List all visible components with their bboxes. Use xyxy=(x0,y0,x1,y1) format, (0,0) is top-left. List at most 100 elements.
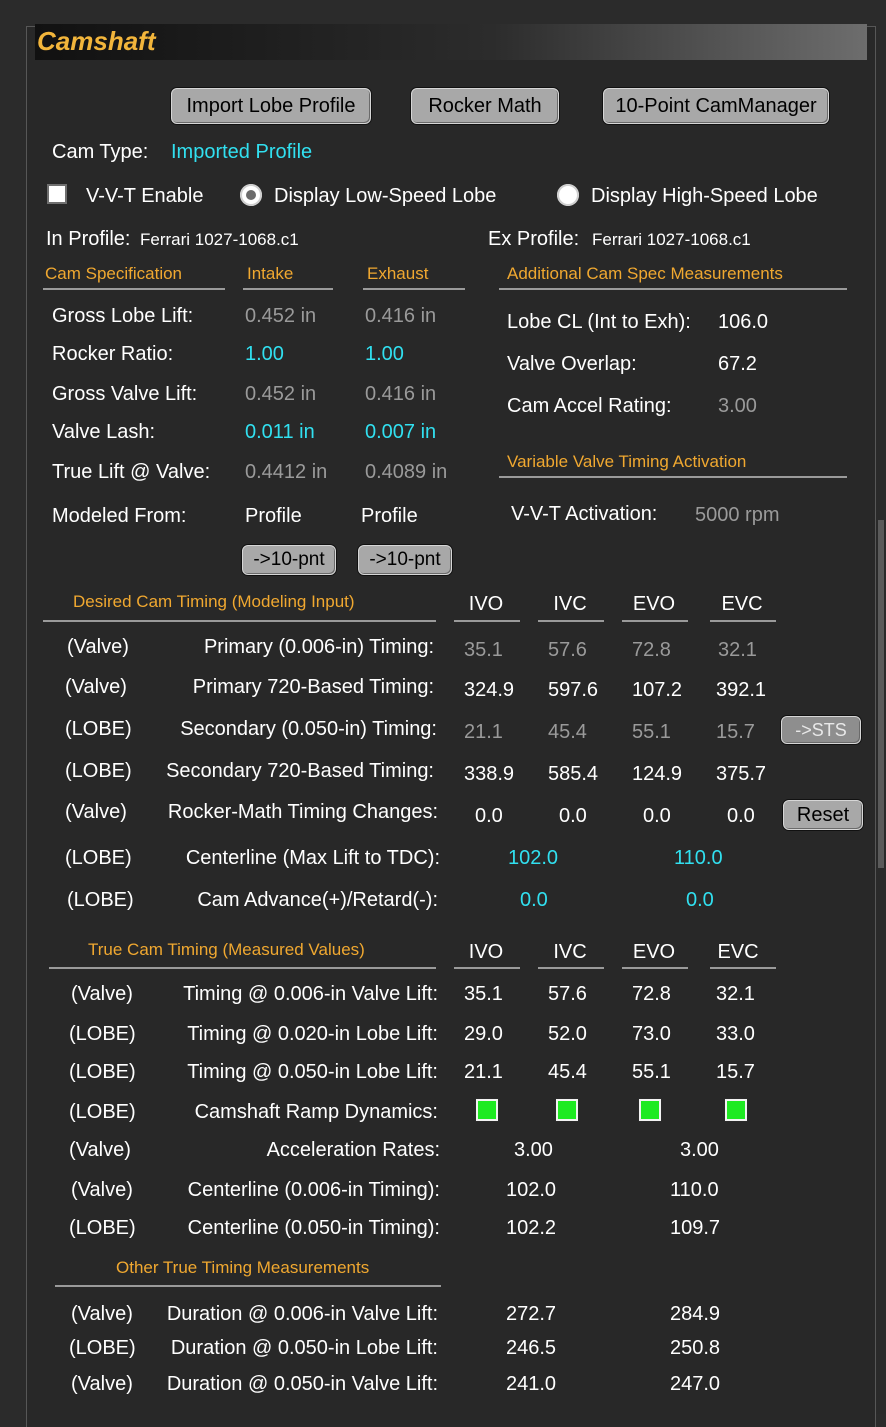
true-020-evo: 73.0 xyxy=(632,1023,671,1045)
intake-accel-rate: 3.00 xyxy=(514,1139,553,1161)
row-label: Centerline (0.050-in Timing): xyxy=(187,1217,440,1239)
intake-centerline[interactable]: 102.0 xyxy=(508,848,558,868)
col-evo: EVO xyxy=(632,941,676,963)
true-050-evo: 55.1 xyxy=(632,1061,671,1083)
intake-duration-050-valve: 241.0 xyxy=(506,1373,557,1395)
row-label: Timing @ 0.020-in Lobe Lift: xyxy=(187,1023,438,1045)
true-006-evo: 72.8 xyxy=(632,983,671,1005)
row-label: Acceleration Rates: xyxy=(266,1139,440,1161)
intake-duration-006: 272.7 xyxy=(506,1303,557,1325)
divider xyxy=(499,288,847,290)
vvt-enable-label[interactable]: V-V-T Enable xyxy=(86,186,203,206)
desired-720-ivc: 597.6 xyxy=(548,679,599,701)
rocker-math-button[interactable]: Rocker Math xyxy=(411,88,559,124)
row-tag: (LOBE) xyxy=(69,1061,136,1083)
row-tag: (LOBE) xyxy=(65,847,132,869)
true-050-ivc: 45.4 xyxy=(548,1061,587,1083)
col-evc: EVC xyxy=(717,941,759,963)
row-label: Camshaft Ramp Dynamics: xyxy=(194,1101,438,1123)
exhaust-centerline[interactable]: 110.0 xyxy=(674,848,723,868)
reset-button[interactable]: Reset xyxy=(783,800,863,830)
row-tag: (Valve) xyxy=(71,1373,133,1395)
row-label: Duration @ 0.050-in Valve Lift: xyxy=(166,1373,438,1395)
high-speed-lobe-radio[interactable] xyxy=(557,184,579,206)
row-label: Duration @ 0.050-in Lobe Lift: xyxy=(170,1337,438,1359)
spec-label: Gross Valve Lift: xyxy=(52,383,198,405)
row-tag: (Valve) xyxy=(69,1139,131,1161)
exhaust-rocker-ratio[interactable]: 1.00 xyxy=(365,344,404,364)
row-label: Primary 720-Based Timing: xyxy=(192,676,434,698)
cam-accel-rating-label: Cam Accel Rating: xyxy=(507,395,672,417)
desired-sec720-ivo: 338.9 xyxy=(464,763,515,785)
true-006-evc: 32.1 xyxy=(716,983,755,1005)
col-evc: EVC xyxy=(721,593,763,615)
exhaust-duration-050-valve: 247.0 xyxy=(670,1373,721,1395)
intake-gross-valve-lift: 0.452 in xyxy=(245,383,317,405)
exhaust-valve-lash[interactable]: 0.007 in xyxy=(365,422,436,442)
intake-centerline-006: 102.0 xyxy=(506,1179,557,1201)
row-tag: (LOBE) xyxy=(65,718,132,740)
intake-modeled-from: Profile xyxy=(245,505,302,527)
row-tag: (Valve) xyxy=(67,636,129,658)
exhaust-centerline-006: 110.0 xyxy=(670,1179,719,1201)
divider xyxy=(454,620,520,622)
desired-720-evc: 392.1 xyxy=(716,679,767,701)
intake-duration-050-lobe: 246.5 xyxy=(506,1337,557,1359)
intake-to-10-point-button[interactable]: ->10-pnt xyxy=(242,545,336,575)
true-050-ivo: 21.1 xyxy=(464,1061,503,1083)
row-tag: (LOBE) xyxy=(65,760,132,782)
intake-centerline-050: 102.2 xyxy=(506,1217,557,1239)
high-speed-lobe-label[interactable]: Display High-Speed Lobe xyxy=(591,186,818,206)
lobe-cl-value: 106.0 xyxy=(718,311,769,333)
rocker-math-evc: 0.0 xyxy=(727,805,755,827)
other-timing-header: Other True Timing Measurements xyxy=(116,1258,370,1277)
desired-sec720-ivc: 585.4 xyxy=(548,763,599,785)
true-timing-header: True Cam Timing (Measured Values) xyxy=(88,940,365,959)
row-tag: (Valve) xyxy=(65,801,127,823)
low-speed-lobe-radio[interactable] xyxy=(240,184,262,206)
exhaust-accel-rate: 3.00 xyxy=(680,1139,719,1161)
sts-button[interactable]: ->STS xyxy=(781,716,861,744)
row-label: Centerline (Max Lift to TDC): xyxy=(185,847,440,869)
ramp-dynamics-ivc-indicator xyxy=(556,1099,578,1121)
vvt-enable-checkbox[interactable] xyxy=(47,184,67,204)
row-tag: (LOBE) xyxy=(69,1023,136,1045)
row-label: Rocker-Math Timing Changes: xyxy=(167,801,438,823)
row-label: Cam Advance(+)/Retard(-): xyxy=(197,889,438,911)
row-tag: (Valve) xyxy=(71,1179,133,1201)
desired-720-ivo: 324.9 xyxy=(464,679,515,701)
exhaust-to-10-point-button[interactable]: ->10-pnt xyxy=(358,545,452,575)
exhaust-gross-valve-lift: 0.416 in xyxy=(365,383,437,405)
row-tag: (Valve) xyxy=(65,676,127,698)
row-tag: (LOBE) xyxy=(69,1217,136,1239)
divider xyxy=(49,967,436,969)
vvt-activation-header: Variable Valve Timing Activation xyxy=(507,452,747,471)
true-020-ivc: 52.0 xyxy=(548,1023,587,1045)
intake-cam-advance[interactable]: 0.0 xyxy=(520,890,548,910)
col-ivo: IVO xyxy=(468,941,504,963)
row-label: Primary (0.006-in) Timing: xyxy=(203,636,434,658)
low-speed-lobe-label[interactable]: Display Low-Speed Lobe xyxy=(274,186,496,206)
row-tag: (Valve) xyxy=(71,1303,133,1325)
divider xyxy=(538,967,604,969)
exhaust-cam-advance[interactable]: 0.0 xyxy=(686,890,714,910)
true-020-evc: 33.0 xyxy=(716,1023,755,1045)
in-profile-label: In Profile: xyxy=(46,228,131,250)
scrollbar-thumb[interactable] xyxy=(878,520,884,868)
exhaust-modeled-from: Profile xyxy=(361,505,418,527)
exhaust-header: Exhaust xyxy=(367,264,429,283)
valve-overlap-label: Valve Overlap: xyxy=(507,353,637,375)
exhaust-true-lift: 0.4089 in xyxy=(365,461,448,483)
intake-rocker-ratio[interactable]: 1.00 xyxy=(245,344,284,364)
row-tag: (LOBE) xyxy=(69,1101,136,1123)
row-label: Timing @ 0.050-in Lobe Lift: xyxy=(187,1061,438,1083)
vvt-activation-value: 5000 rpm xyxy=(695,504,780,526)
intake-valve-lash[interactable]: 0.011 in xyxy=(245,422,315,442)
import-lobe-profile-button[interactable]: Import Lobe Profile xyxy=(171,88,371,124)
10-point-cammanager-button[interactable]: 10-Point CamManager xyxy=(603,88,829,124)
row-label: Secondary (0.050-in) Timing: xyxy=(180,718,437,740)
rocker-math-ivc: 0.0 xyxy=(559,805,587,827)
row-label: Timing @ 0.006-in Valve Lift: xyxy=(183,983,438,1005)
rocker-math-ivo: 0.0 xyxy=(475,805,503,827)
cam-type-value[interactable]: Imported Profile xyxy=(171,142,312,162)
